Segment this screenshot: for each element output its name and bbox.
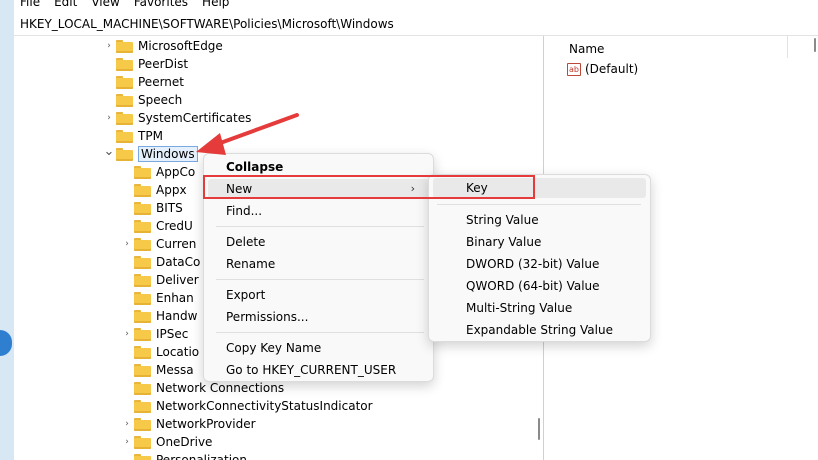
annotation-arrow — [196, 113, 299, 155]
